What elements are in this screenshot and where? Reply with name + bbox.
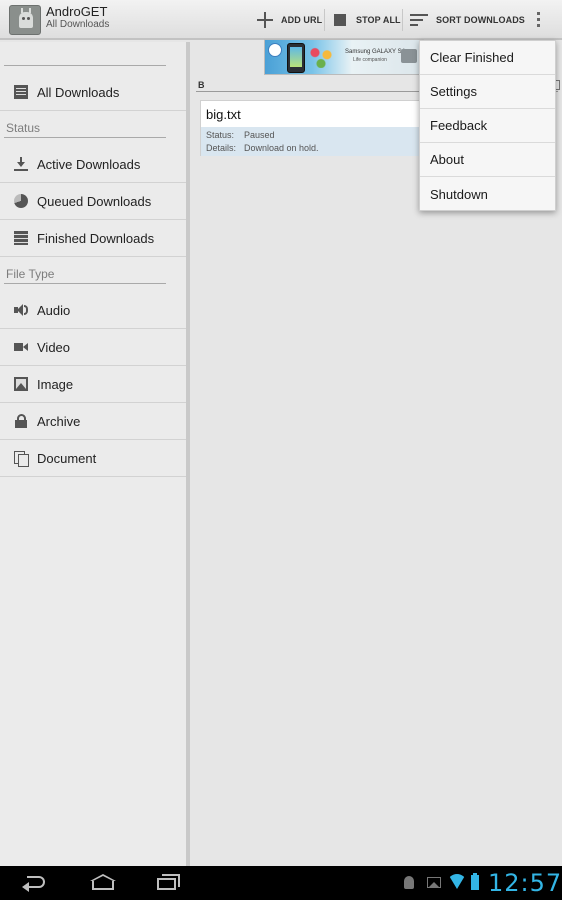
sort-downloads-button[interactable]: SORT DOWNLOADS (410, 0, 525, 40)
divider (4, 137, 166, 138)
status-value: Paused (244, 130, 275, 140)
add-url-label: ADD URL (281, 15, 323, 25)
download-filename: big.txt (206, 107, 241, 122)
sidebar: All Downloads Status Active Downloads Qu… (0, 42, 190, 866)
back-icon[interactable] (22, 872, 46, 894)
sort-icon (410, 14, 428, 26)
sidebar-item-video[interactable]: Video (0, 329, 186, 366)
sidebar-item-archive[interactable]: Archive (0, 403, 186, 440)
sidebar-item-label: Queued Downloads (37, 193, 152, 209)
speaker-icon (14, 303, 28, 317)
sort-downloads-label: SORT DOWNLOADS (436, 15, 525, 25)
section-header-file-type: File Type (6, 267, 55, 281)
documents-icon (14, 451, 29, 467)
divider (4, 283, 166, 284)
system-navigation-bar: 12:57 (0, 866, 562, 900)
wifi-icon (448, 874, 466, 890)
play-store-icon (401, 49, 417, 63)
sidebar-item-label: Image (37, 376, 74, 392)
recent-apps-icon[interactable] (156, 872, 182, 894)
menu-item-settings[interactable]: Settings (420, 75, 555, 109)
app-logo-icon[interactable] (9, 5, 41, 35)
sidebar-item-label: Archive (37, 413, 81, 429)
ad-banner[interactable]: Samsung GALAXY S4 Life companion (264, 39, 424, 75)
details-row: Details: Download on hold. (206, 143, 319, 153)
details-label: Details: (206, 143, 237, 153)
home-icon[interactable] (89, 872, 117, 894)
stop-icon (334, 14, 346, 26)
sidebar-item-all-downloads[interactable]: All Downloads (0, 74, 186, 111)
stop-all-label: STOP ALL (356, 15, 401, 25)
section-header-status: Status (6, 121, 41, 135)
action-bar: AndroGET All Downloads ADD URL STOP ALL … (0, 0, 562, 40)
phone-image (287, 43, 305, 73)
add-url-button[interactable]: ADD URL (256, 0, 322, 40)
sidebar-item-label: Finished Downloads (37, 230, 155, 246)
sidebar-item-label: All Downloads (37, 84, 120, 100)
sidebar-item-image[interactable]: Image (0, 366, 186, 403)
ad-text: Samsung GALAXY S4 (345, 49, 405, 55)
sidebar-item-finished-downloads[interactable]: Finished Downloads (0, 220, 186, 257)
overflow-menu-icon[interactable] (537, 12, 541, 28)
sidebar-item-audio[interactable]: Audio (0, 292, 186, 329)
menu-item-feedback[interactable]: Feedback (420, 109, 555, 143)
sidebar-item-label: Document (37, 450, 97, 466)
divider (4, 65, 166, 66)
stop-all-button[interactable]: STOP ALL (334, 0, 401, 40)
details-value: Download on hold. (244, 143, 319, 153)
app-subtitle: All Downloads (46, 19, 110, 30)
ad-badge-icon (268, 43, 282, 57)
ad-tagline: Life companion (353, 57, 387, 63)
clock: 12:57 (488, 869, 562, 897)
app-title: AndroGET (46, 4, 108, 19)
document-lines-icon (14, 85, 28, 99)
android-notification-icon (404, 876, 414, 889)
pie-clock-icon (14, 194, 28, 208)
menu-item-clear-finished[interactable]: Clear Finished (420, 41, 555, 75)
video-camera-icon (14, 340, 28, 354)
menu-item-shutdown[interactable]: Shutdown (420, 177, 555, 211)
sidebar-item-document[interactable]: Document (0, 440, 186, 477)
plus-icon (256, 11, 274, 29)
status-label: Status: (206, 130, 235, 140)
sidebar-item-label: Video (37, 339, 71, 355)
list-icon (14, 231, 28, 245)
image-icon (14, 377, 28, 391)
group-header: B (198, 80, 205, 90)
image-notification-icon (427, 877, 441, 888)
sidebar-item-active-downloads[interactable]: Active Downloads (0, 146, 186, 183)
sidebar-item-label: Active Downloads (37, 156, 141, 172)
sidebar-item-label: Audio (37, 302, 71, 318)
download-details: Status: Paused Details: Download on hold… (201, 127, 421, 156)
divider (402, 9, 403, 31)
divider (324, 9, 325, 31)
download-icon (14, 157, 28, 171)
download-item[interactable]: big.txt Status: Paused Details: Download… (200, 100, 422, 156)
status-row: Status: Paused (206, 130, 275, 140)
menu-item-about[interactable]: About (420, 143, 555, 177)
ad-graphic (309, 46, 339, 68)
sidebar-item-queued-downloads[interactable]: Queued Downloads (0, 183, 186, 220)
lock-icon (14, 414, 28, 428)
battery-icon (471, 873, 479, 890)
overflow-menu: Clear Finished Settings Feedback About S… (419, 40, 556, 211)
